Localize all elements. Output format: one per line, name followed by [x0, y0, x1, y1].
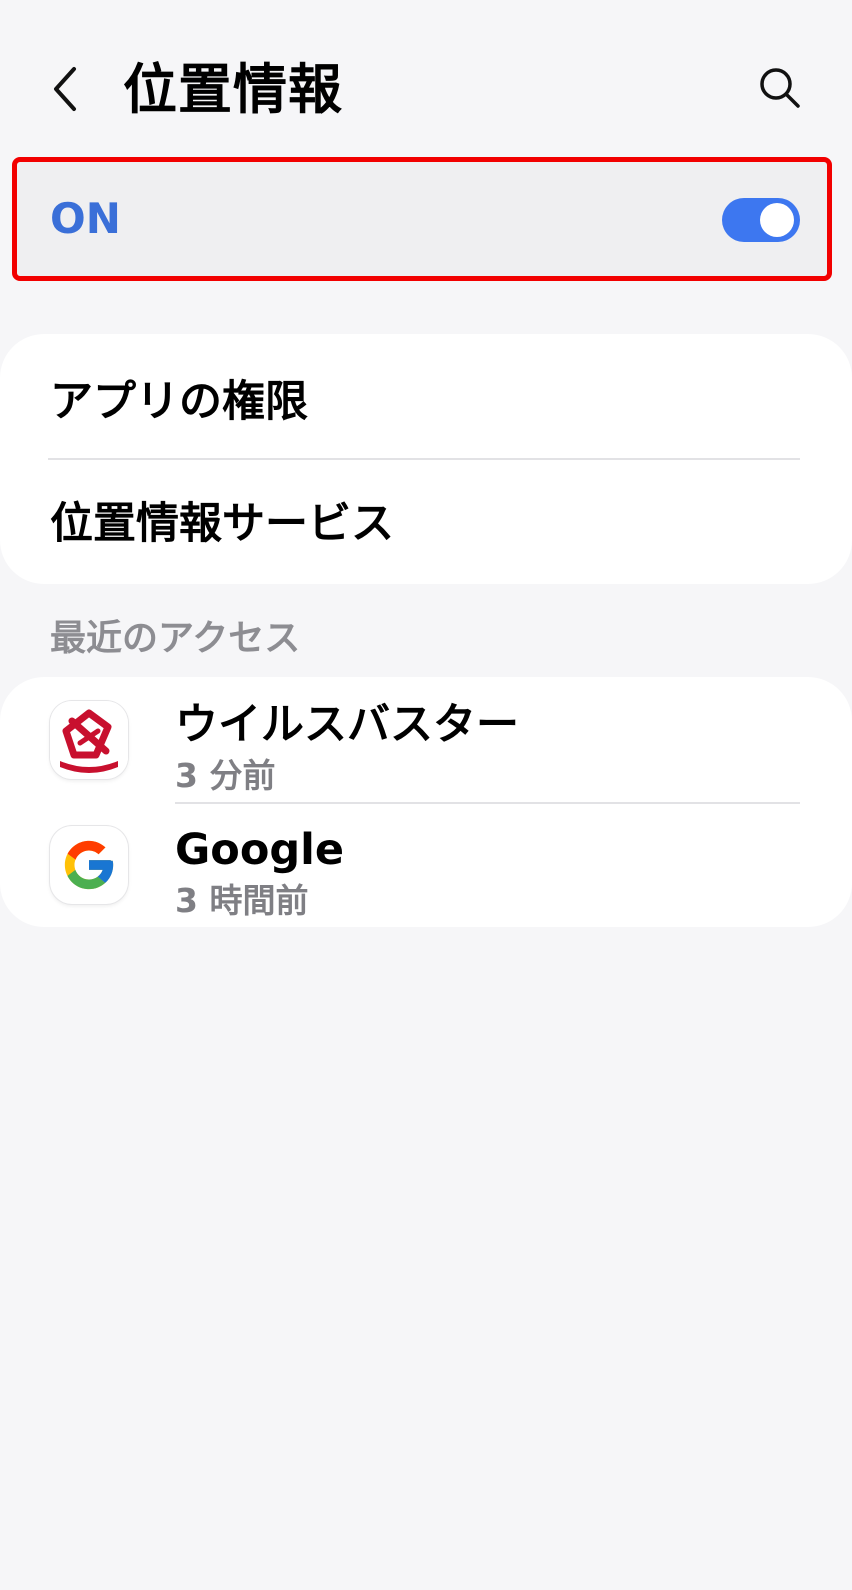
app-permissions-item[interactable]: アプリの権限	[50, 372, 308, 432]
app-name: ウイルスバスター	[175, 700, 519, 750]
access-time: 3 時間前	[175, 881, 309, 920]
google-app-icon	[50, 826, 128, 904]
access-time: 3 分前	[175, 756, 276, 795]
menu-divider	[48, 458, 800, 460]
section-header-recent-access: 最近のアクセス	[50, 618, 301, 659]
back-button[interactable]	[42, 62, 88, 116]
settings-menu-card: アプリの権限 位置情報サービス	[0, 334, 852, 584]
app-header: 位置情報	[0, 0, 852, 150]
highlight-box	[12, 157, 832, 281]
chevron-left-icon	[54, 67, 76, 111]
page-title: 位置情報	[123, 58, 343, 121]
app-name: Google	[175, 825, 345, 875]
recent-access-card: ウイルスバスター 3 分前 Google 3 時間前	[0, 677, 852, 927]
list-divider	[175, 802, 800, 804]
search-icon	[760, 68, 800, 108]
virusbuster-app-icon	[50, 701, 128, 779]
search-button[interactable]	[754, 62, 806, 114]
location-services-item[interactable]: 位置情報サービス	[50, 494, 394, 554]
